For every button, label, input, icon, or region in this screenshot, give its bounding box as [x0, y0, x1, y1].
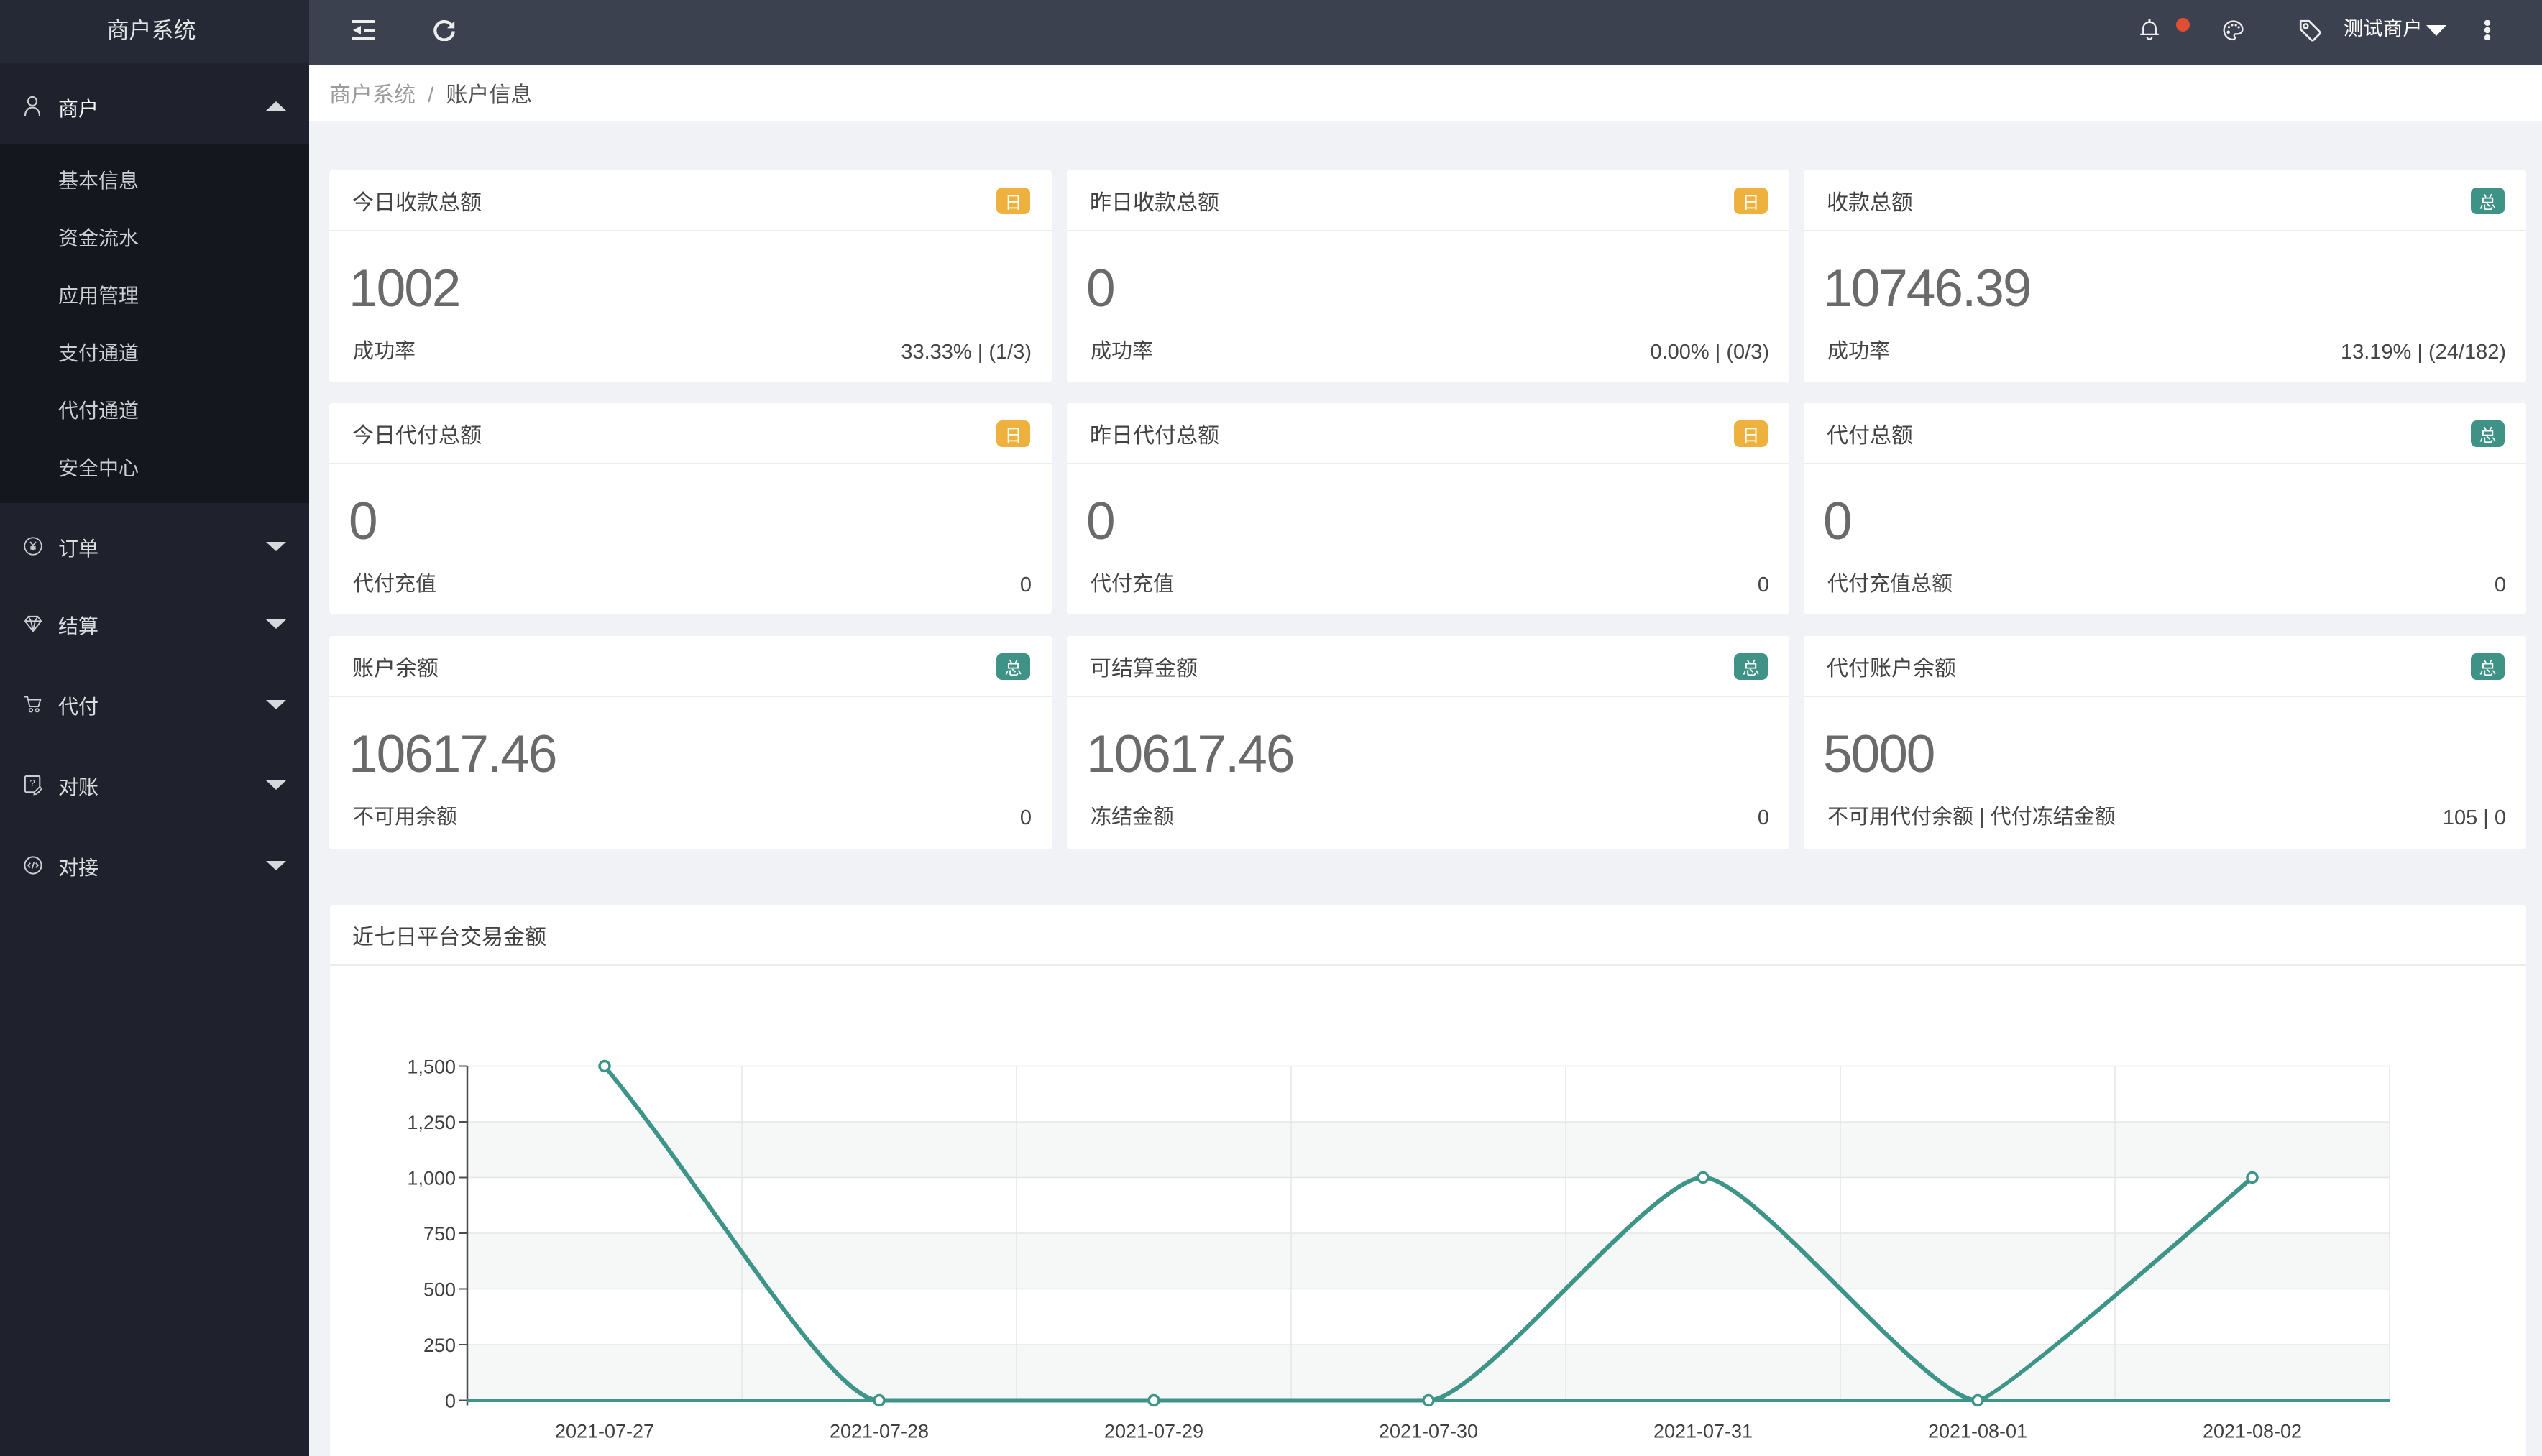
svg-text:750: 750	[423, 1223, 456, 1245]
svg-text:1,000: 1,000	[407, 1168, 456, 1189]
svg-text:2021-07-31: 2021-07-31	[1653, 1421, 1753, 1442]
svg-text:2021-08-02: 2021-08-02	[2203, 1421, 2302, 1442]
svg-text:0: 0	[445, 1391, 456, 1412]
svg-text:?: ?	[29, 778, 35, 788]
svg-text:1,250: 1,250	[407, 1112, 456, 1133]
svg-text:2021-08-01: 2021-08-01	[1928, 1421, 2027, 1442]
svg-text:500: 500	[423, 1279, 456, 1301]
svg-text:2021-07-28: 2021-07-28	[830, 1421, 929, 1442]
svg-text:1,500: 1,500	[407, 1056, 456, 1078]
svg-text:250: 250	[423, 1335, 456, 1356]
svg-text:2021-07-30: 2021-07-30	[1379, 1421, 1478, 1442]
svg-text:2021-07-27: 2021-07-27	[555, 1421, 654, 1442]
svg-text:2021-07-29: 2021-07-29	[1104, 1421, 1203, 1442]
